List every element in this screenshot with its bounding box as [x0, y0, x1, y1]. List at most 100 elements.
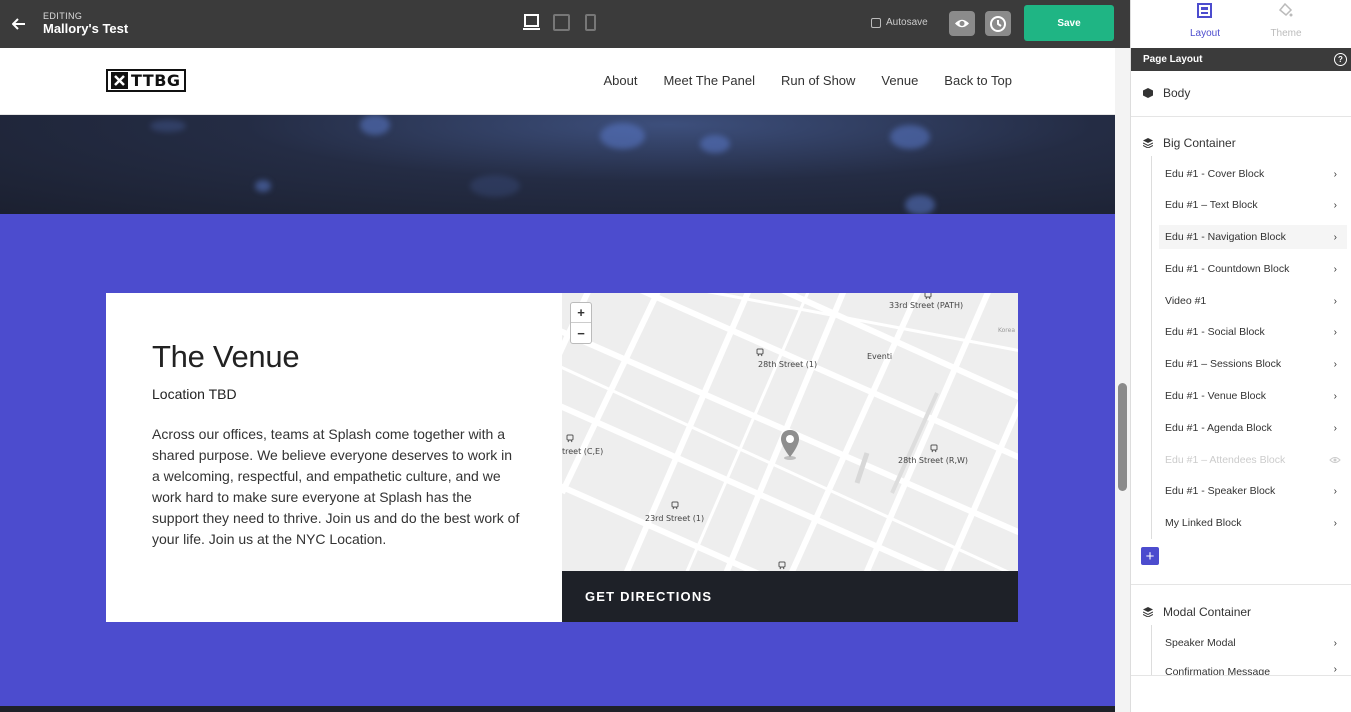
chevron-right-icon: ›: [1333, 517, 1337, 529]
eye-icon: [955, 19, 969, 28]
save-button[interactable]: Save: [1024, 5, 1114, 41]
tree-block-item[interactable]: Edu #1 – Sessions Block ›: [1159, 352, 1347, 376]
map-zoom-out-button[interactable]: −: [571, 323, 591, 343]
chevron-right-icon: ›: [1333, 390, 1337, 402]
subway-icon: [566, 434, 574, 443]
site-logo[interactable]: TTBG: [106, 69, 186, 92]
chevron-right-icon: ›: [1333, 637, 1337, 649]
tab-layout[interactable]: Layout: [1170, 0, 1240, 46]
chevron-right-icon: ›: [1333, 422, 1337, 434]
tree-modal-label: Speaker Modal: [1165, 637, 1236, 649]
nav-link-venue[interactable]: Venue: [881, 73, 918, 88]
venue-title: The Venue: [152, 339, 300, 374]
tree-modal-label: Confirmation Message: [1165, 666, 1271, 675]
map-station-label: treet (C,E): [562, 447, 604, 456]
tree-big-container[interactable]: Big Container: [1143, 136, 1236, 150]
history-icon: [990, 15, 1006, 32]
get-directions-button[interactable]: GET DIRECTIONS: [562, 571, 1018, 622]
paint-bucket-icon: [1278, 3, 1293, 17]
tree-block-item[interactable]: Edu #1 - Cover Block ›: [1159, 162, 1347, 186]
next-section-edge: [0, 706, 1115, 712]
tree-block-label: Edu #1 – Text Block: [1165, 199, 1258, 211]
autosave-label: Autosave: [886, 17, 928, 28]
nav-link-run-of-show[interactable]: Run of Show: [781, 73, 855, 88]
nav-link-about[interactable]: About: [603, 73, 637, 88]
logo-text: TTBG: [131, 71, 181, 90]
tab-theme[interactable]: Theme: [1251, 0, 1321, 46]
editing-status-label: EDITING: [43, 11, 83, 21]
tree-body[interactable]: Body: [1143, 86, 1190, 100]
page-canvas: TTBG About Meet The Panel Run of Show Ve…: [0, 48, 1115, 712]
eye-hidden-icon[interactable]: [1329, 456, 1341, 464]
tree-modal-container[interactable]: Modal Container: [1143, 605, 1251, 619]
editor-toolbar: EDITING Mallory's Test Autosave Save: [0, 0, 1130, 48]
site-navigation: TTBG About Meet The Panel Run of Show Ve…: [0, 48, 1115, 115]
venue-description: Across our offices, teams at Splash come…: [152, 426, 520, 547]
chevron-right-icon: ›: [1333, 199, 1337, 211]
tree-block-item[interactable]: Edu #1 - Agenda Block ›: [1159, 416, 1347, 440]
tree-modal-item[interactable]: Confirmation Message ›: [1159, 662, 1347, 675]
help-icon[interactable]: ?: [1334, 53, 1347, 66]
history-button[interactable]: [985, 11, 1011, 36]
tree-block-label: Edu #1 - Navigation Block: [1165, 231, 1286, 243]
nav-link-meet-the-panel[interactable]: Meet The Panel: [663, 73, 755, 88]
nav-link-back-to-top[interactable]: Back to Top: [944, 73, 1012, 88]
tree-block-item[interactable]: Edu #1 – Text Block ›: [1159, 193, 1347, 217]
layout-panel: Layout Theme Page Layout ? Body Big Cont…: [1130, 0, 1351, 712]
map-poi-label: Eventi: [867, 352, 893, 361]
mobile-view-button[interactable]: [585, 14, 596, 37]
tree-modal-container-label: Modal Container: [1163, 605, 1252, 619]
chevron-right-icon: ›: [1333, 358, 1337, 370]
tree-block-item[interactable]: Edu #1 - Countdown Block ›: [1159, 257, 1347, 281]
chevron-right-icon: ›: [1333, 326, 1337, 338]
add-block-button[interactable]: +: [1141, 547, 1159, 565]
tree-block-label: Video #1: [1165, 295, 1207, 307]
chevron-right-icon: ›: [1333, 231, 1337, 243]
tree-modal-item[interactable]: Speaker Modal ›: [1159, 631, 1347, 655]
back-button[interactable]: [8, 12, 30, 36]
tree-block-label: Edu #1 - Countdown Block: [1165, 263, 1290, 275]
venue-section: The Venue Location TBD Across our office…: [0, 214, 1115, 706]
subway-icon: [756, 348, 764, 357]
preview-button[interactable]: [949, 11, 975, 36]
tree-big-container-label: Big Container: [1163, 136, 1236, 150]
page-name: Mallory's Test: [43, 21, 129, 36]
tree-body-label: Body: [1163, 86, 1191, 100]
chevron-right-icon: ›: [1333, 295, 1337, 307]
tree-block-label: Edu #1 - Agenda Block: [1165, 422, 1272, 434]
map-pin-icon: [781, 430, 799, 460]
subway-icon: [671, 501, 679, 510]
chevron-right-icon: ›: [1333, 168, 1337, 180]
chevron-right-icon: ›: [1333, 485, 1337, 497]
tree-block-label: Edu #1 - Social Block: [1165, 326, 1265, 338]
tree-block-item[interactable]: Edu #1 - Navigation Block ›: [1159, 225, 1347, 249]
mobile-icon: [585, 14, 596, 31]
map-zoom-in-button[interactable]: +: [571, 303, 591, 323]
cube-icon: [1143, 88, 1153, 98]
tree-block-item[interactable]: Edu #1 - Speaker Block ›: [1159, 479, 1347, 503]
tablet-view-button[interactable]: [553, 14, 570, 37]
map-zoom-control: + −: [570, 302, 592, 344]
tree-block-item[interactable]: My Linked Block ›: [1159, 511, 1347, 535]
tab-layout-label: Layout: [1189, 28, 1221, 39]
autosave-checkbox[interactable]: [871, 17, 881, 28]
tree-block-label: Edu #1 - Speaker Block: [1165, 485, 1276, 497]
tree-block-item[interactable]: Video #1 ›: [1159, 289, 1347, 313]
canvas-scrollbar[interactable]: [1115, 48, 1130, 712]
subway-icon: [924, 293, 932, 300]
tree-block-item[interactable]: Edu #1 – Attendees Block: [1159, 448, 1347, 472]
tab-theme-label: Theme: [1270, 28, 1302, 39]
map-station-label: 23rd Street (1): [645, 514, 705, 523]
desktop-view-button[interactable]: [523, 14, 540, 37]
map-station-label: 33rd Street (PATH): [889, 301, 964, 310]
map-station-label: 28th Street (1): [758, 360, 818, 369]
nav-links: About Meet The Panel Run of Show Venue B…: [603, 73, 1012, 88]
subway-icon: [778, 561, 786, 570]
autosave-toggle[interactable]: Autosave: [871, 17, 928, 28]
tree-block-item[interactable]: Edu #1 - Venue Block ›: [1159, 384, 1347, 408]
scrollbar-thumb[interactable]: [1118, 383, 1127, 491]
chevron-right-icon: ›: [1333, 263, 1337, 275]
tablet-icon: [553, 14, 570, 31]
tree-block-item[interactable]: Edu #1 - Social Block ›: [1159, 320, 1347, 344]
venue-map[interactable]: 33rd Street (PATH) 28th Street (1) treet…: [562, 293, 1018, 571]
